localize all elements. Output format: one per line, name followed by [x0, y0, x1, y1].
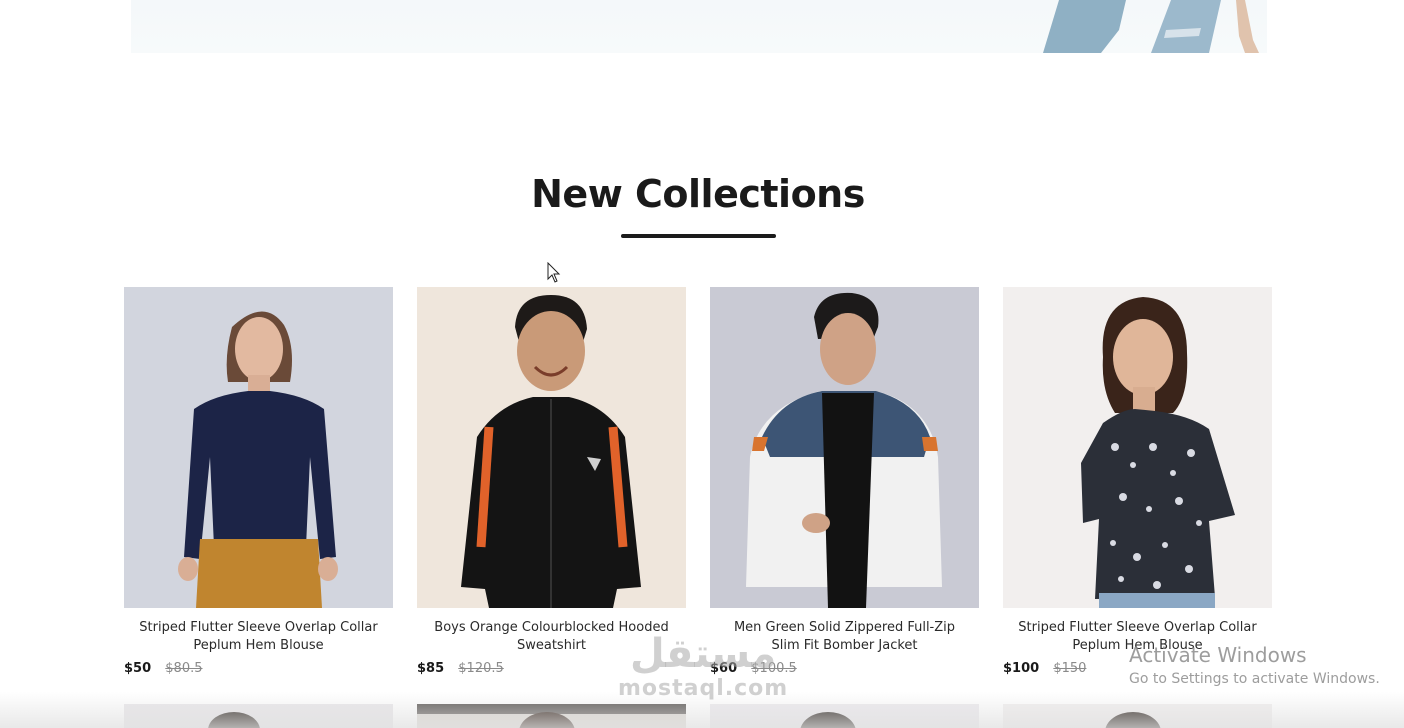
watermark-arabic: مستقل [629, 631, 777, 677]
product-card[interactable]: Men Green Solid Zippered Full-Zip Slim F… [710, 287, 979, 676]
hero-model-image [1043, 0, 1259, 53]
product-card[interactable]: Boys Orange Colourblocked Hooded Sweatsh… [417, 287, 686, 676]
watermark-logo: مستقل mostaql.com [618, 632, 788, 701]
product-price: $100 [1003, 661, 1040, 676]
section-title: New Collections [531, 172, 865, 216]
product-image-peek[interactable] [1003, 704, 1272, 728]
hero-banner [131, 0, 1267, 53]
product-image[interactable] [417, 287, 686, 608]
product-price: $85 [417, 661, 445, 676]
activate-title: Activate Windows [1129, 643, 1307, 667]
product-image[interactable] [710, 287, 979, 608]
activate-windows-overlay: Activate Windows Go to Settings to activ… [1129, 643, 1380, 687]
title-underline [621, 234, 776, 238]
product-old-price: $80.5 [165, 661, 203, 676]
product-prices: $50 $80.5 [124, 661, 393, 676]
product-image-peek[interactable] [417, 704, 686, 728]
product-price: $50 [124, 661, 152, 676]
product-name[interactable]: Striped Flutter Sleeve Overlap Collar Pe… [124, 619, 393, 655]
product-card[interactable]: Striped Flutter Sleeve Overlap Collar Pe… [1003, 287, 1272, 676]
watermark-latin: mostaql.com [618, 676, 789, 701]
product-image[interactable] [1003, 287, 1272, 608]
product-image-peek[interactable] [710, 704, 979, 728]
activate-subtitle: Go to Settings to activate Windows. [1129, 671, 1380, 687]
page: New Collections Striped Flutter Sleeve O… [0, 0, 1404, 728]
product-card[interactable]: Striped Flutter Sleeve Overlap Collar Pe… [124, 287, 393, 676]
product-image-peek[interactable] [124, 704, 393, 728]
product-old-price: $120.5 [458, 661, 504, 676]
product-image[interactable] [124, 287, 393, 608]
product-old-price: $150 [1053, 661, 1087, 676]
mouse-cursor-icon [547, 262, 561, 283]
